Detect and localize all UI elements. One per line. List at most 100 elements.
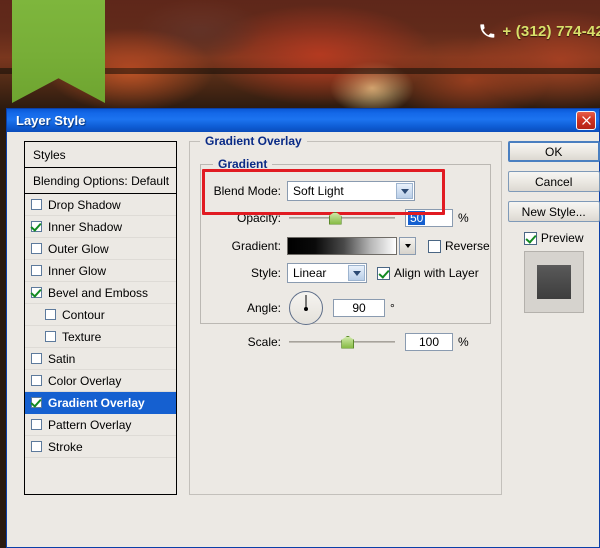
blending-options-row[interactable]: Blending Options: Default	[25, 168, 176, 194]
preview-thumbnail	[523, 251, 584, 313]
style-label: Style:	[250, 266, 281, 280]
align-with-layer-label: Align with Layer	[394, 266, 479, 280]
style-checkbox[interactable]	[31, 265, 42, 276]
angle-value: 90	[352, 301, 366, 315]
gradient-row: Gradient: Reverse	[201, 237, 490, 255]
style-select[interactable]: Linear	[287, 263, 367, 283]
dialog-titlebar[interactable]: Layer Style	[7, 109, 599, 132]
opacity-slider-track	[289, 217, 395, 219]
styles-column: Styles Blending Options: Default Drop Sh…	[7, 141, 177, 547]
reverse-checkbox-box	[428, 239, 441, 253]
close-button[interactable]	[576, 111, 596, 130]
style-checkbox[interactable]	[31, 353, 42, 364]
style-value: Linear	[293, 266, 327, 280]
preview-thumbnail-swatch	[536, 265, 571, 299]
section-title: Gradient Overlay	[200, 134, 307, 148]
angle-unit: °	[390, 301, 395, 315]
styles-panel: Styles Blending Options: Default Drop Sh…	[24, 141, 177, 495]
styles-header-label: Styles	[33, 147, 66, 162]
gradient-swatch[interactable]	[287, 237, 397, 255]
phone-number-text: + (312) 774-42	[502, 22, 600, 40]
style-checkbox[interactable]	[31, 441, 42, 452]
style-row-drop-shadow[interactable]: Drop Shadow	[25, 194, 176, 216]
style-checkbox[interactable]	[31, 221, 42, 232]
style-chevron-down-icon[interactable]	[348, 265, 365, 281]
cancel-button[interactable]: Cancel	[507, 171, 600, 192]
close-icon	[581, 116, 591, 125]
preview-checkbox-box	[523, 231, 537, 245]
blend-mode-row: Blend Mode: Soft Light	[201, 181, 490, 201]
group-title: Gradient	[213, 157, 273, 171]
angle-label: Angle:	[246, 301, 281, 315]
gradient-group: Gradient Blend Mode: Soft Light Opacity:	[200, 157, 491, 351]
gradient-picker-chevron-down-icon[interactable]	[399, 237, 416, 255]
preview-label: Preview	[540, 231, 584, 245]
style-row-label: Stroke	[48, 439, 83, 454]
dialog-body: Styles Blending Options: Default Drop Sh…	[7, 132, 600, 547]
style-checkbox[interactable]	[31, 199, 42, 210]
angle-dial-hub	[304, 307, 308, 311]
reverse-checkbox[interactable]: Reverse	[428, 239, 490, 253]
style-checkbox[interactable]	[31, 397, 42, 408]
align-with-layer-checkbox-box	[377, 266, 390, 280]
style-row-label: Satin	[48, 351, 76, 366]
style-row-label: Color Overlay	[48, 373, 122, 388]
align-with-layer-checkbox[interactable]: Align with Layer	[377, 266, 479, 280]
style-row-label: Drop Shadow	[48, 197, 121, 212]
styles-header: Styles	[25, 142, 176, 168]
phone-icon	[480, 24, 495, 38]
preview-row: Preview	[508, 231, 600, 245]
style-checkbox[interactable]	[45, 331, 56, 342]
gradient-label: Gradient:	[231, 239, 281, 253]
settings-column: Gradient Overlay Gradient Blend Mode: So…	[177, 134, 508, 547]
style-row-inner-glow[interactable]: Inner Glow	[25, 260, 176, 282]
opacity-slider-thumb[interactable]	[328, 211, 342, 225]
style-row-texture[interactable]: Texture	[25, 326, 176, 348]
opacity-value: 50	[408, 211, 426, 225]
angle-input[interactable]: 90	[333, 299, 385, 317]
blend-mode-select[interactable]: Soft Light	[287, 181, 415, 201]
style-checkbox[interactable]	[31, 419, 42, 430]
style-row-bevel-and-emboss[interactable]: Bevel and Emboss	[25, 282, 176, 304]
style-row-color-overlay[interactable]: Color Overlay	[25, 370, 176, 392]
style-checkbox[interactable]	[31, 375, 42, 386]
opacity-row: Opacity: 50 %	[201, 209, 490, 227]
new-style-button[interactable]: New Style...	[507, 201, 600, 222]
scale-unit: %	[458, 335, 469, 349]
style-row-stroke[interactable]: Stroke	[25, 436, 176, 458]
phone-contact-block: + (312) 774-42	[479, 22, 600, 40]
style-row-label: Outer Glow	[48, 241, 109, 256]
style-row-label: Pattern Overlay	[48, 417, 132, 432]
scale-value: 100	[418, 335, 440, 349]
style-row-satin[interactable]: Satin	[25, 348, 176, 370]
scale-input[interactable]: 100	[405, 333, 453, 351]
style-checkbox[interactable]	[31, 243, 42, 254]
scale-slider[interactable]	[289, 334, 395, 350]
style-checkbox[interactable]	[45, 309, 56, 320]
angle-row: Angle: 90 °	[201, 291, 490, 325]
opacity-input[interactable]: 50	[405, 209, 453, 227]
blending-options-label: Blending Options: Default	[33, 173, 170, 188]
preview-checkbox[interactable]: Preview	[523, 231, 584, 245]
scale-slider-thumb[interactable]	[341, 335, 355, 349]
ok-button[interactable]: OK	[507, 141, 600, 162]
reverse-label: Reverse	[445, 239, 490, 253]
opacity-label: Opacity:	[236, 211, 281, 225]
opacity-unit: %	[458, 211, 469, 225]
style-checkbox[interactable]	[31, 287, 42, 298]
style-row-label: Contour	[62, 307, 105, 322]
style-row-gradient-overlay[interactable]: Gradient Overlay	[25, 392, 176, 414]
style-row-pattern-overlay[interactable]: Pattern Overlay	[25, 414, 176, 436]
opacity-slider[interactable]	[289, 210, 395, 226]
blend-mode-label: Blend Mode:	[213, 184, 281, 198]
buttons-column: OK Cancel New Style... Preview	[507, 141, 600, 547]
style-row-label: Inner Shadow	[48, 219, 123, 234]
style-row-label: Bevel and Emboss	[48, 285, 149, 300]
chevron-down-icon[interactable]	[396, 183, 413, 199]
angle-dial-icon[interactable]	[289, 291, 323, 325]
style-row-contour[interactable]: Contour	[25, 304, 176, 326]
style-row-outer-glow[interactable]: Outer Glow	[25, 238, 176, 260]
style-row-label: Inner Glow	[48, 263, 107, 278]
scale-row: Scale: 100 %	[201, 333, 490, 351]
style-row-inner-shadow[interactable]: Inner Shadow	[25, 216, 176, 238]
